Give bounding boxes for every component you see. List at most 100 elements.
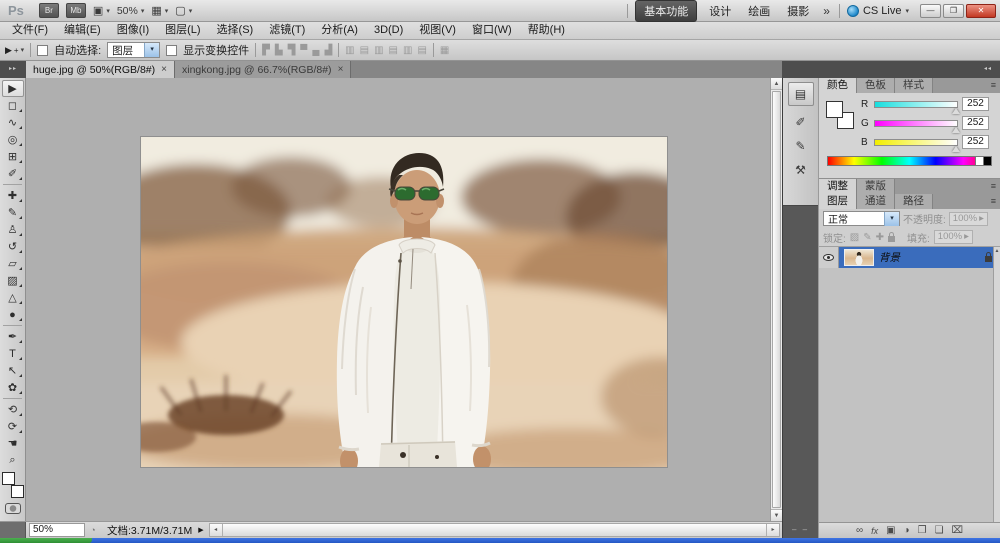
layer-row-background[interactable]: 背景	[819, 247, 1000, 268]
white-swatch[interactable]	[975, 157, 983, 165]
workspace-design-button[interactable]: 设计	[704, 1, 736, 21]
workspace-painting-button[interactable]: 绘画	[743, 1, 775, 21]
spot-healing-tool[interactable]: ✚	[2, 187, 24, 204]
panel-dock-header[interactable]: ◂◂	[782, 61, 1000, 78]
scroll-left-icon[interactable]: ◂	[210, 524, 222, 536]
status-flyout-icon[interactable]: ▶	[198, 526, 203, 534]
lock-image-icon[interactable]: ✎	[863, 232, 871, 243]
close-icon[interactable]: ×	[161, 64, 167, 75]
marquee-tool[interactable]: ◻	[2, 97, 24, 114]
history-panel-icon[interactable]: ▤	[788, 82, 814, 106]
dock-resize-handle[interactable]: ‒ ‒	[783, 525, 818, 534]
canvas-horizontal-scrollbar[interactable]: ◂ ▸	[209, 523, 780, 537]
blue-value-field[interactable]: 252	[962, 135, 989, 149]
quick-selection-tool[interactable]: ◎	[2, 131, 24, 148]
tools-panel-header[interactable]: ▸▸	[0, 61, 26, 78]
delete-layer-icon[interactable]: ⌧	[952, 525, 964, 536]
panel-menu-icon[interactable]: ≡	[991, 194, 996, 209]
menu-file[interactable]: 文件(F)	[4, 22, 56, 39]
menu-3d[interactable]: 3D(D)	[366, 22, 411, 39]
close-button[interactable]: ✕	[966, 4, 996, 18]
blur-tool[interactable]: △	[2, 289, 24, 306]
canvas-vertical-scrollbar[interactable]: ▲ ▼	[770, 78, 782, 521]
eraser-tool[interactable]: ▱	[2, 255, 24, 272]
scroll-up-icon[interactable]: ▲	[771, 78, 782, 90]
align-top-icon[interactable]: ▀	[300, 45, 307, 56]
history-brush-tool[interactable]: ↺	[2, 238, 24, 255]
clone-source-panel-icon[interactable]: ⚒	[788, 158, 814, 182]
type-tool[interactable]: T	[2, 345, 24, 362]
menu-image[interactable]: 图像(I)	[109, 22, 157, 39]
view-extras-dropdown[interactable]: ▦ ▾	[151, 4, 168, 17]
menu-view[interactable]: 视图(V)	[411, 22, 464, 39]
screen-mode-dropdown[interactable]: ▢ ▾	[175, 4, 192, 17]
tab-channels[interactable]: 通道	[857, 194, 895, 209]
workspace-overflow-button[interactable]: »	[821, 4, 832, 18]
menu-layer[interactable]: 图层(L)	[157, 22, 208, 39]
brushes-panel-icon[interactable]: ✎	[788, 134, 814, 158]
distribute-right-icon[interactable]: ▤	[417, 45, 426, 56]
blend-mode-dropdown[interactable]: 正常 ▾	[823, 211, 900, 226]
red-value-field[interactable]: 252	[962, 97, 989, 111]
layer-name[interactable]: 背景	[879, 250, 985, 265]
tab-color[interactable]: 颜色	[819, 78, 857, 93]
canvas-area[interactable]	[26, 78, 770, 521]
align-left-icon[interactable]: ▛	[262, 45, 270, 56]
scroll-right-icon[interactable]: ▸	[767, 524, 779, 536]
restore-button[interactable]: ❐	[943, 4, 964, 18]
lock-all-icon[interactable]	[888, 236, 895, 242]
tab-layers[interactable]: 图层	[819, 194, 857, 209]
status-zoom-field[interactable]: 50%	[29, 523, 85, 537]
crop-tool[interactable]: ⊞	[2, 148, 24, 165]
distribute-bottom-icon[interactable]: ▥	[374, 45, 383, 56]
foreground-color-swatch[interactable]	[2, 472, 15, 485]
auto-align-layers-icon[interactable]: ▦	[440, 45, 449, 56]
link-layers-icon[interactable]: ∞	[856, 525, 863, 536]
align-right-icon[interactable]: ▜	[288, 45, 296, 56]
tab-paths[interactable]: 路径	[895, 194, 933, 209]
align-center-h-icon[interactable]: ▙	[275, 45, 283, 56]
tab-masks[interactable]: 蒙版	[857, 179, 895, 194]
document-tab-xingkong[interactable]: xingkong.jpg @ 66.7%(RGB/8#) ×	[175, 61, 351, 78]
align-center-v-icon[interactable]: ▄	[312, 45, 319, 56]
cs-live-button[interactable]: CS Live ▾	[847, 5, 909, 17]
auto-select-target-dropdown[interactable]: 图层 ▾	[107, 42, 160, 58]
zoom-level-dropdown[interactable]: 50% ▾	[117, 5, 145, 17]
document-image[interactable]	[141, 137, 667, 467]
tab-styles[interactable]: 样式	[895, 78, 933, 93]
path-selection-tool[interactable]: ↖	[2, 362, 24, 379]
layer-visibility-cell[interactable]	[819, 247, 839, 268]
distribute-center-v-icon[interactable]: ▤	[360, 45, 369, 56]
zoom-tool[interactable]: ⌕	[2, 452, 24, 469]
3d-object-rotate-tool[interactable]: ⟲	[2, 401, 24, 418]
tab-swatches[interactable]: 色板	[857, 78, 895, 93]
menu-filter[interactable]: 滤镜(T)	[261, 22, 313, 39]
adjustment-layer-icon[interactable]: ◑	[904, 525, 910, 536]
horizontal-scroll-thumb[interactable]	[222, 524, 767, 536]
tool-presets-panel-icon[interactable]: ✐	[788, 110, 814, 134]
close-icon[interactable]: ×	[338, 64, 344, 75]
layer-mask-icon[interactable]: ▣	[886, 525, 895, 536]
menu-window[interactable]: 窗口(W)	[464, 22, 520, 39]
layer-group-icon[interactable]: ❐	[918, 525, 927, 536]
panel-menu-icon[interactable]: ≡	[991, 179, 996, 194]
scroll-down-icon[interactable]: ▼	[771, 509, 782, 521]
workspace-essentials-button[interactable]: 基本功能	[635, 0, 697, 22]
layer-list-scrollbar[interactable]: ▲	[993, 247, 1000, 522]
document-tab-huge[interactable]: huge.jpg @ 50%(RGB/8#) ×	[26, 61, 175, 78]
foreground-color-swatch[interactable]	[826, 101, 843, 118]
green-value-field[interactable]: 252	[962, 116, 989, 130]
slider-thumb[interactable]	[952, 146, 960, 152]
slider-thumb[interactable]	[952, 127, 960, 133]
distribute-top-icon[interactable]: ▥	[345, 45, 354, 56]
menu-analysis[interactable]: 分析(A)	[313, 22, 366, 39]
workspace-photography-button[interactable]: 摄影	[782, 1, 814, 21]
clone-stamp-tool[interactable]: ♙	[2, 221, 24, 238]
lasso-tool[interactable]: ∿	[2, 114, 24, 131]
custom-shape-tool[interactable]: ✿	[2, 379, 24, 396]
lock-position-icon[interactable]: ✚	[876, 232, 884, 243]
align-bottom-icon[interactable]: ▟	[324, 45, 332, 56]
3d-camera-rotate-tool[interactable]: ⟳	[2, 418, 24, 435]
hand-tool[interactable]: ☚	[2, 435, 24, 452]
distribute-left-icon[interactable]: ▤	[389, 45, 398, 56]
